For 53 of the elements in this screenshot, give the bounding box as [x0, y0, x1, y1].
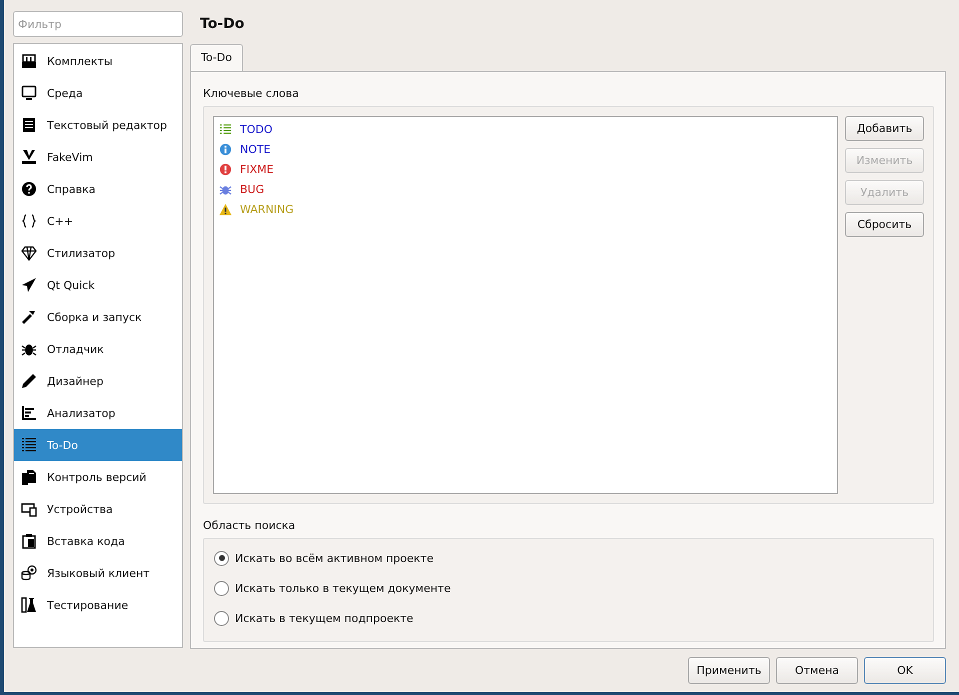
diamond-icon: [21, 245, 37, 261]
database-icon: [21, 565, 37, 581]
clipboard-icon: [21, 533, 37, 549]
paper-plane-icon: [21, 277, 37, 293]
sidebar-item[interactable]: Контроль версий: [14, 461, 182, 493]
dialog-button[interactable]: Отмена: [776, 657, 858, 684]
dialog-button[interactable]: Применить: [688, 657, 770, 684]
flask-icon: [21, 597, 37, 613]
help-icon: [21, 181, 37, 197]
radio-button[interactable]: [214, 610, 229, 626]
sidebar-item[interactable]: Дизайнер: [14, 365, 182, 397]
keyword-label[interactable]: TODO: [240, 122, 273, 136]
radio-label[interactable]: Искать в текущем подпроекте: [235, 612, 414, 624]
sidebar-item[interactable]: C++: [14, 205, 182, 237]
dialog-button[interactable]: OK: [864, 657, 946, 684]
sidebar-item[interactable]: Языковый клиент: [14, 557, 182, 589]
tab[interactable]: To-Do: [190, 44, 243, 71]
sidebar-item[interactable]: Комплекты: [14, 45, 182, 77]
sidebar-item[interactable]: Стилизатор: [14, 237, 182, 269]
bars-icon: [21, 405, 37, 421]
pencil-icon: [21, 373, 37, 389]
sidebar-item[interactable]: Вставка кода: [14, 525, 182, 557]
keyword-button[interactable]: Сбросить: [845, 212, 924, 237]
filter-field[interactable]: Фильтр: [13, 11, 183, 37]
radio-label[interactable]: Искать во всём активном проекте: [235, 552, 434, 564]
sidebar-item[interactable]: Отладчик: [14, 333, 182, 365]
sidebar-item[interactable]: Анализатор: [14, 397, 182, 429]
radio-button[interactable]: [214, 580, 229, 596]
braces-icon: [21, 213, 37, 229]
group-title: Ключевые слова: [203, 86, 300, 102]
keyword-label[interactable]: NOTE: [240, 142, 271, 156]
keyword-button[interactable]: Добавить: [845, 116, 924, 141]
sidebar-item[interactable]: Справка: [14, 173, 182, 205]
sidebar-item[interactable]: FakeVim: [14, 141, 182, 173]
list-icon: [21, 437, 37, 453]
sidebar-item[interactable]: Устройства: [14, 493, 182, 525]
keyword-label[interactable]: FIXME: [240, 162, 274, 176]
radio-button[interactable]: [214, 550, 229, 566]
group-title: Область поиска: [203, 518, 296, 534]
sidebar-item[interactable]: To-Do: [14, 429, 182, 461]
radio-label[interactable]: Искать только в текущем документе: [235, 582, 451, 594]
document-icon: [21, 117, 37, 133]
documents-icon: [21, 469, 37, 485]
sidebar-item[interactable]: Qt Quick: [14, 269, 182, 301]
sidebar-item[interactable]: Текстовый редактор: [14, 109, 182, 141]
sidebar-item[interactable]: Сборка и запуск: [14, 301, 182, 333]
sidebar-item[interactable]: Среда: [14, 77, 182, 109]
monitor-icon: [21, 85, 37, 101]
devices-icon: [21, 501, 37, 517]
sidebar-item[interactable]: Тестирование: [14, 589, 182, 621]
page-title: To-Do: [199, 15, 246, 34]
kit-icon: [21, 53, 37, 69]
keyword-label[interactable]: BUG: [240, 182, 264, 196]
